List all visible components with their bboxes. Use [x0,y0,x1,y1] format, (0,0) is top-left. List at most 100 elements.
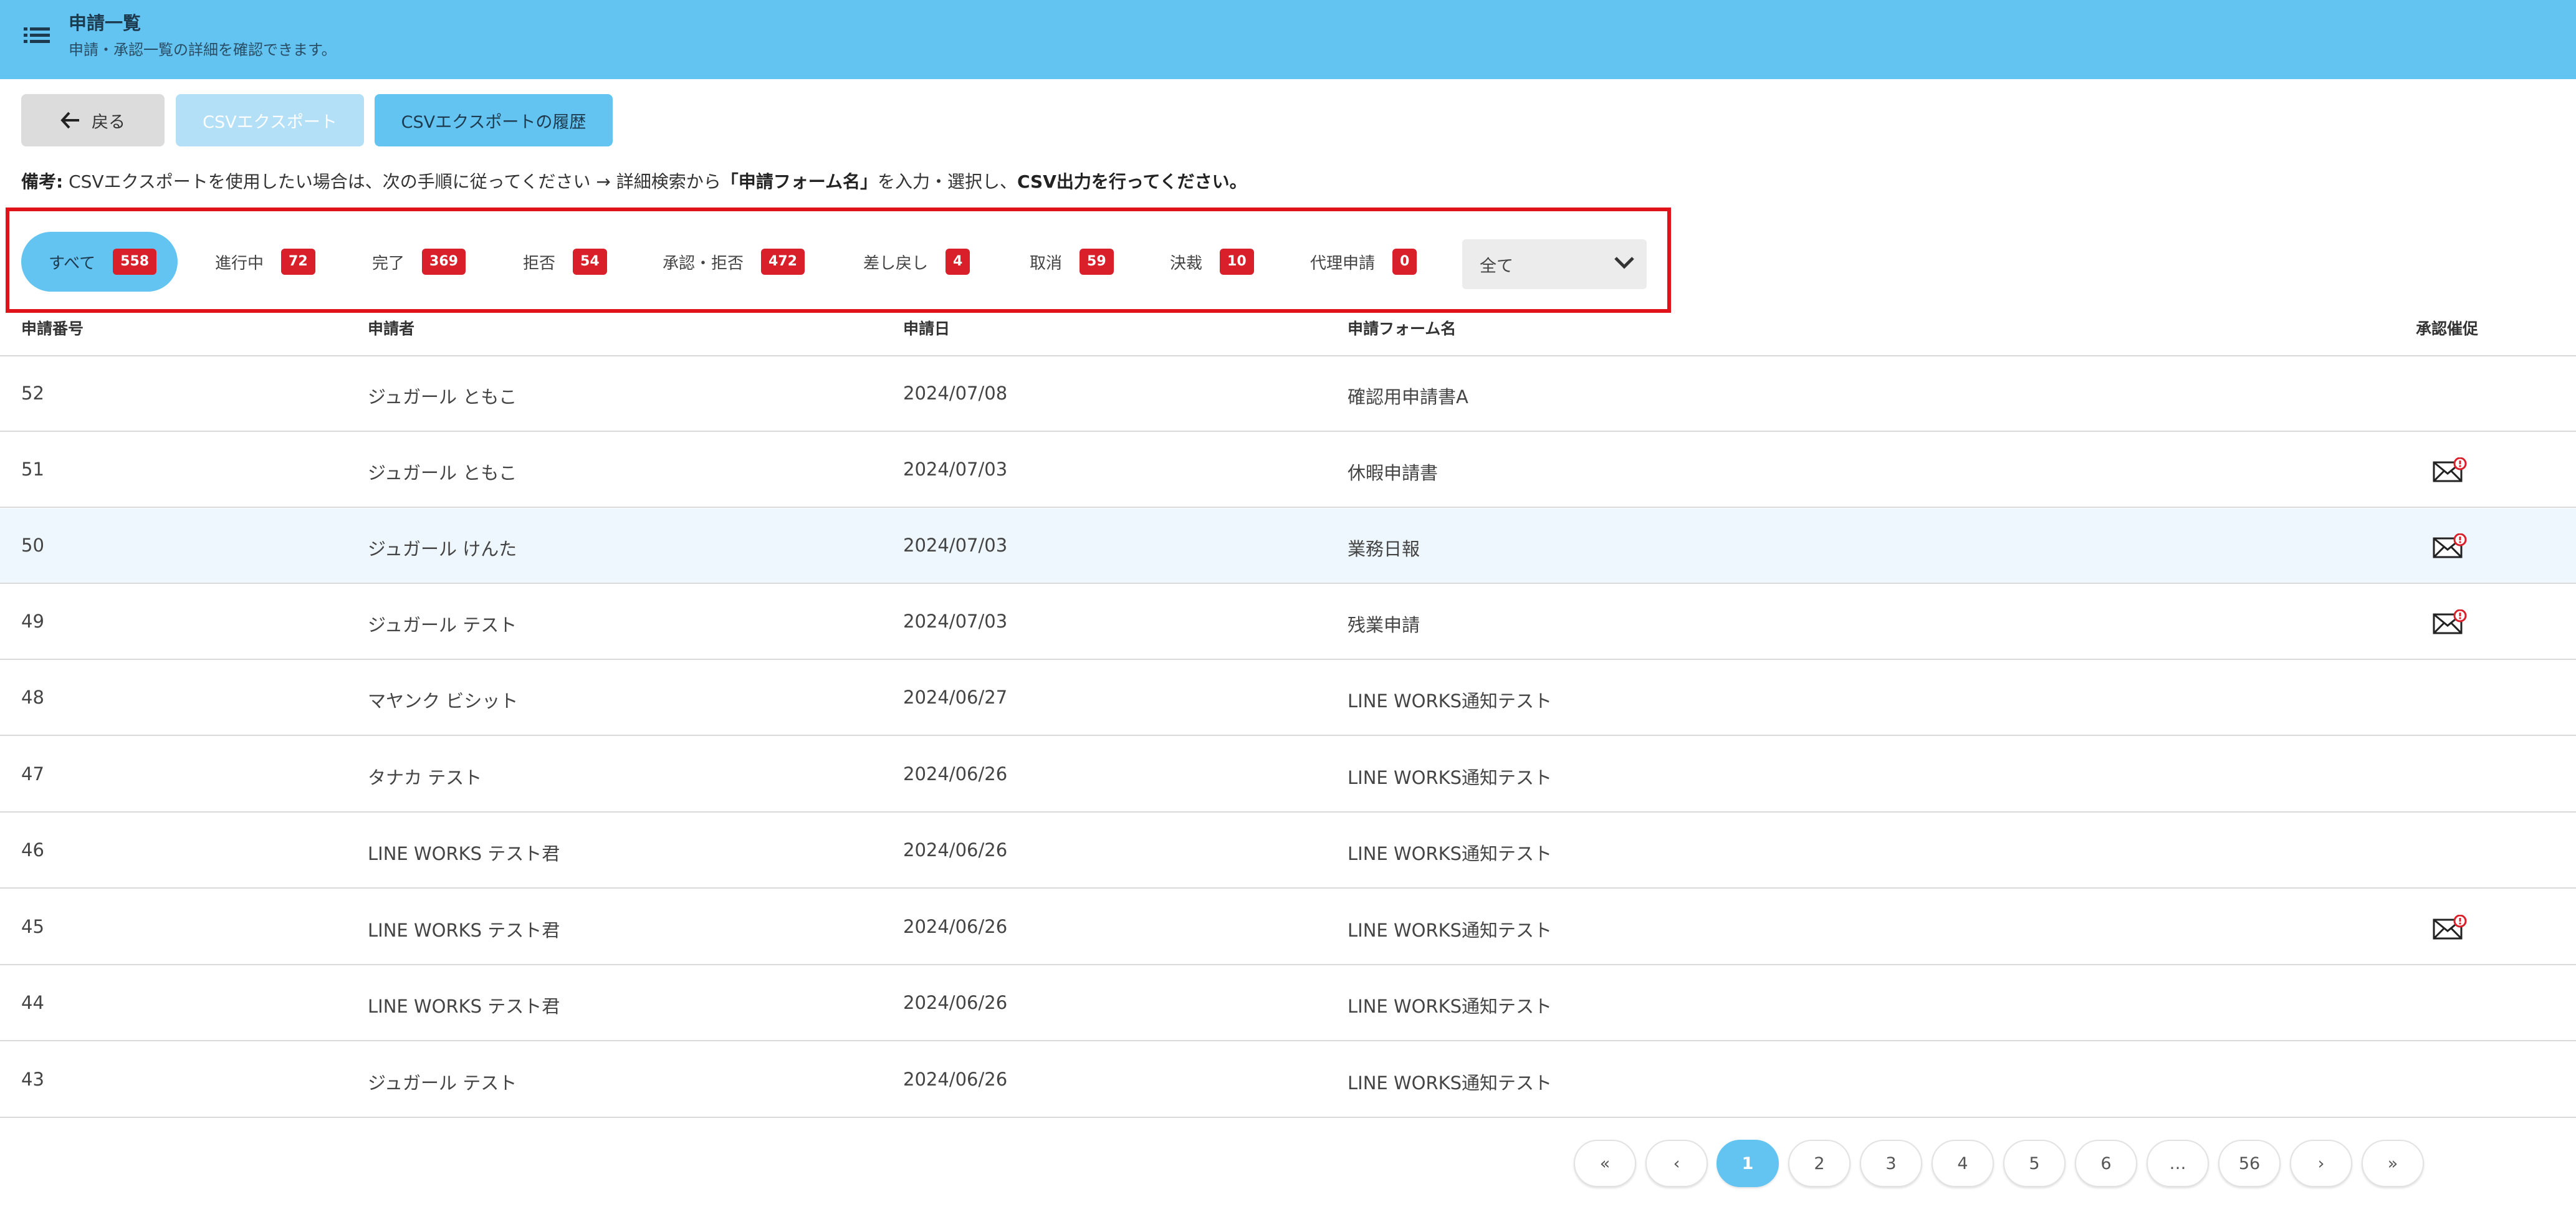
back-label: 戻る [92,112,125,132]
pager-page-2[interactable]: 2 [1788,1140,1851,1187]
table-row[interactable]: 47 タナカ テスト 2024/06/26 LINE WORKS通知テスト [0,737,2576,813]
column-header-form[interactable]: 申請フォーム名 [1348,317,1456,339]
mail-reminder-icon[interactable] [2433,457,2468,482]
export-note: 備考: CSVエクスポートを使用したい場合は、次の手順に従ってください → 詳細… [21,168,1247,193]
cell-form-name: LINE WORKS通知テスト [1348,996,1553,1017]
column-header-date[interactable]: 申請日 [903,317,950,339]
cell-applicant: マヤンク ビシット [368,690,519,712]
cell-id: 51 [21,459,44,480]
cell-id: 47 [21,763,44,785]
cell-applicant: ジュガール けんた [368,538,517,560]
cell-form-name: 残業申請 [1348,614,1420,636]
count-badge: 472 [761,249,805,275]
note-text-2: を入力・選択し、 [877,171,1017,192]
cell-date: 2024/07/03 [903,535,1008,556]
cell-id: 49 [21,611,44,632]
table-row[interactable]: 50 ジュガール けんた 2024/07/03 業務日報 [0,508,2576,584]
table-row[interactable]: 44 LINE WORKS テスト君 2024/06/26 LINE WORKS通知テ… [0,966,2576,1041]
pager-prev-button[interactable]: ‹ [1645,1140,1708,1187]
cell-applicant: LINE WORKS テスト君 [368,920,560,941]
mail-reminder-icon[interactable] [2433,915,2468,940]
table-row[interactable]: 52 ジュガール ともこ 2024/07/08 確認用申請書A [0,356,2576,432]
count-badge: 59 [1080,249,1114,275]
pager-ellipsis: … [2147,1140,2209,1187]
column-header-id[interactable]: 申請番号 [21,317,84,339]
table-row[interactable]: 46 LINE WORKS テスト君 2024/06/26 LINE WORKS通知テ… [0,813,2576,889]
csv-export-button[interactable]: CSVエクスポート [176,94,364,146]
table-row[interactable]: 43 ジュガール テスト 2024/06/26 LINE WORKS通知テスト [0,1043,2576,1118]
filter-label: 完了 [372,254,405,273]
filter-tab-rejected[interactable]: 拒否 54 [523,232,607,292]
note-text: CSVエクスポートを使用したい場合は、次の手順に従ってください → 詳細検索から [63,171,721,192]
count-badge: 72 [281,249,315,275]
cell-date: 2024/06/26 [903,763,1008,785]
cell-form-name: 業務日報 [1348,538,1420,560]
cell-form-name: 確認用申請書A [1348,386,1468,408]
csv-export-history-button[interactable]: CSVエクスポートの履歴 [375,94,613,146]
mail-reminder-icon[interactable] [2433,609,2468,634]
cell-form-name: LINE WORKS通知テスト [1348,1072,1553,1094]
cell-date: 2024/06/26 [903,1069,1008,1090]
list-menu-icon[interactable] [24,26,50,45]
filter-tab-approved-rejected[interactable]: 承認・拒否 472 [663,232,805,292]
page-title: 申請一覧 [69,12,141,34]
filter-tab-returned[interactable]: 差し戻し 4 [863,232,970,292]
pager-first-button[interactable]: « [1574,1140,1636,1187]
column-header-applicant[interactable]: 申請者 [368,317,414,339]
count-badge: 10 [1220,249,1254,275]
cell-id: 46 [21,839,44,861]
filter-tab-cancelled[interactable]: 取消 59 [1030,232,1114,292]
pager-page-6[interactable]: 6 [2075,1140,2137,1187]
note-bold-2: CSV出力を行ってください。 [1017,171,1247,192]
cell-date: 2024/06/27 [903,687,1008,708]
cell-form-name: LINE WORKS通知テスト [1348,690,1553,712]
cell-form-name: 休暇申請書 [1348,462,1439,484]
mail-reminder-icon[interactable] [2433,533,2468,558]
filter-tab-completed[interactable]: 完了 369 [372,232,466,292]
filter-tab-decision[interactable]: 決裁 10 [1170,232,1254,292]
pager-page-5[interactable]: 5 [2003,1140,2066,1187]
table-row[interactable]: 48 マヤンク ビシット 2024/06/27 LINE WORKS通知テスト [0,661,2576,736]
table-row[interactable]: 45 LINE WORKS テスト君 2024/06/26 LINE WORKS通知テ… [0,890,2576,965]
cell-applicant: ジュガール テスト [368,1072,517,1094]
arrow-left-icon [60,112,79,129]
table-row[interactable]: 49 ジュガール テスト 2024/07/03 残業申請 [0,585,2576,660]
cell-applicant: LINE WORKS テスト君 [368,843,560,864]
back-button[interactable]: 戻る [21,94,165,146]
filter-label: 決裁 [1170,254,1203,273]
pager-page-3[interactable]: 3 [1860,1140,1922,1187]
filter-select[interactable]: 全て [1462,239,1647,289]
filter-tab-all[interactable]: すべて 558 [21,232,178,292]
pager-last-button[interactable]: » [2362,1140,2424,1187]
cell-id: 52 [21,383,44,404]
cell-date: 2024/06/26 [903,839,1008,861]
filter-tab-in-progress[interactable]: 進行中 72 [215,232,315,292]
count-badge: 0 [1392,249,1417,275]
table-row[interactable]: 51 ジュガール ともこ 2024/07/03 休暇申請書 [0,432,2576,508]
cell-id: 50 [21,535,44,556]
filter-tab-proxy[interactable]: 代理申請 0 [1310,232,1417,292]
filter-label: 代理申請 [1310,254,1376,273]
count-badge: 4 [946,249,970,275]
cell-applicant: ジュガール テスト [368,614,517,636]
pager-page-56[interactable]: 56 [2218,1140,2281,1187]
cell-applicant: タナカ テスト [368,767,482,788]
app-header: 申請一覧 申請・承認一覧の詳細を確認できます。 [0,0,2576,79]
cell-form-name: LINE WORKS通知テスト [1348,843,1553,864]
cell-form-name: LINE WORKS通知テスト [1348,767,1553,788]
pager-page-4[interactable]: 4 [1932,1140,1994,1187]
count-badge: 558 [113,249,157,275]
cell-id: 48 [21,687,44,708]
filter-label: 進行中 [215,254,264,273]
pager-next-button[interactable]: › [2290,1140,2352,1187]
filter-select-value: 全て [1480,256,1513,276]
filter-label: すべて [49,254,96,273]
cell-date: 2024/06/26 [903,992,1008,1013]
cell-form-name: LINE WORKS通知テスト [1348,920,1553,941]
count-badge: 54 [573,249,607,275]
cell-applicant: ジュガール ともこ [368,386,517,408]
pager-page-1[interactable]: 1 [1717,1140,1779,1187]
cell-applicant: LINE WORKS テスト君 [368,996,560,1017]
note-prefix: 備考: [21,171,64,192]
cell-date: 2024/07/03 [903,611,1008,632]
